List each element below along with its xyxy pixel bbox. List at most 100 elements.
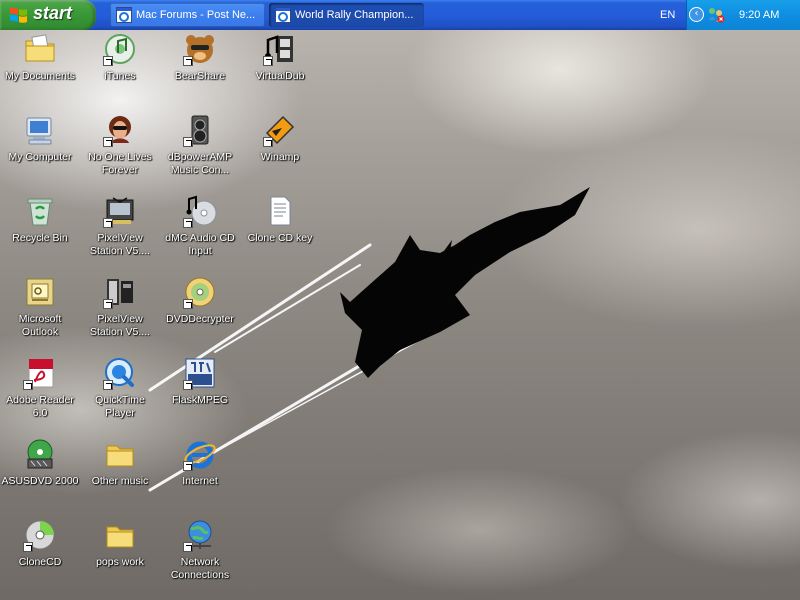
desktop-icon-clone-cd-key[interactable]: Clone CD key xyxy=(240,194,320,245)
shortcut-arrow-icon xyxy=(183,542,193,552)
desktop-icon-label: PixelView Station V5.... xyxy=(89,232,151,257)
desktop-icon-winamp[interactable]: Winamp xyxy=(240,113,320,164)
quicktime-icon xyxy=(103,356,137,390)
folder-icon xyxy=(103,437,137,471)
desktop-icon-asusdvd[interactable]: ASUSDVD 2000 xyxy=(0,437,80,488)
desktop-icon-other-music[interactable]: Other music xyxy=(80,437,160,488)
pixelview-icon xyxy=(103,275,137,309)
shortcut-arrow-icon xyxy=(183,461,193,471)
desktop-icon-label: ASUSDVD 2000 xyxy=(1,475,79,487)
taskbar-button-label: World Rally Champion... xyxy=(295,9,414,21)
desktop-icon-no-one-lives-forever[interactable]: No One Lives Forever xyxy=(80,113,160,177)
desktop-icon-dbpoweramp[interactable]: dBpowerAMP Music Con... xyxy=(160,113,240,177)
desktop-icon-label: Recycle Bin xyxy=(12,232,68,244)
desktop-icon-recycle-bin[interactable]: Recycle Bin xyxy=(0,194,80,245)
desktop-icon-label: Microsoft Outlook xyxy=(18,313,62,338)
computer-icon xyxy=(23,113,57,147)
desktop-icon-pops-work[interactable]: pops work xyxy=(80,518,160,569)
adobe-reader-icon xyxy=(23,356,57,390)
start-label: start xyxy=(33,3,73,23)
shortcut-arrow-icon xyxy=(23,542,33,552)
jet-silhouette xyxy=(340,187,590,378)
desktop-icon-label: FlaskMPEG xyxy=(171,394,228,406)
desktop-icon-bearshare[interactable]: BearShare xyxy=(160,32,240,83)
language-indicator[interactable]: EN xyxy=(660,0,675,30)
shortcut-arrow-icon xyxy=(103,380,113,390)
dvd-decrypter-icon xyxy=(183,275,217,309)
taskbar-button-world-rally[interactable]: World Rally Champion... xyxy=(269,3,424,27)
desktop-icon-itunes[interactable]: iTunes xyxy=(80,32,160,83)
shortcut-arrow-icon xyxy=(103,137,113,147)
shortcut-arrow-icon xyxy=(263,137,273,147)
desktop-icon-label: iTunes xyxy=(104,70,136,82)
desktop-icon-label: CloneCD xyxy=(18,556,62,568)
recycle-bin-icon xyxy=(23,194,57,228)
desktop-icon-label: No One Lives Forever xyxy=(88,151,152,176)
nolf-icon xyxy=(103,113,137,147)
desktop-icon-label: My Documents xyxy=(4,70,76,82)
desktop-icon-label: BearShare xyxy=(174,70,226,82)
desktop-icon-quicktime[interactable]: QuickTime Player xyxy=(80,356,160,420)
network-connections-icon xyxy=(183,518,217,552)
desktop-icon-microsoft-outlook[interactable]: Microsoft Outlook xyxy=(0,275,80,339)
desktop-icon-label: dMC Audio CD Input xyxy=(165,232,235,257)
desktop-icon-adobe-reader[interactable]: Adobe Reader 6.0 xyxy=(0,356,80,420)
desktop-icon-label: QuickTime Player xyxy=(95,394,145,419)
shortcut-arrow-icon xyxy=(183,137,193,147)
flaskmpeg-icon xyxy=(183,356,217,390)
desktop-icon-label: DVDDecrypter xyxy=(166,313,234,325)
desktop-icon-label: My Computer xyxy=(8,151,72,163)
desktop-icon-label: Internet xyxy=(182,475,218,487)
desktop-icon-clonecd[interactable]: CloneCD xyxy=(0,518,80,569)
taskbar-button-label: Mac Forums - Post Ne... xyxy=(136,9,256,21)
desktop-icon-label: Winamp xyxy=(260,151,300,163)
show-hidden-icons-chevron-icon[interactable]: ‹ xyxy=(689,7,704,22)
start-button[interactable]: start xyxy=(0,0,96,30)
clock[interactable]: 9:20 AM xyxy=(739,0,779,30)
desktop-icon-virtualdub[interactable]: VirtualDub xyxy=(240,32,320,83)
audio-cd-icon xyxy=(183,194,217,228)
taskbar-button-mac-forums[interactable]: Mac Forums - Post Ne... xyxy=(110,3,265,27)
desktop-icon-flaskmpeg[interactable]: FlaskMPEG xyxy=(160,356,240,407)
shortcut-arrow-icon xyxy=(103,56,113,66)
shortcut-arrow-icon xyxy=(183,380,193,390)
desktop-icon-label: VirtualDub xyxy=(255,70,305,82)
desktop-icon-pixelview-1[interactable]: PixelView Station V5.... xyxy=(80,194,160,258)
desktop-icon-label: Adobe Reader 6.0 xyxy=(6,394,74,419)
ie-window-icon xyxy=(116,7,132,23)
desktop-icon-label: Clone CD key xyxy=(247,232,313,244)
folder-documents-icon xyxy=(23,32,57,66)
text-file-icon xyxy=(263,194,297,228)
bearshare-icon xyxy=(183,32,217,66)
desktop-icon-pixelview-2[interactable]: PixelView Station V5.... xyxy=(80,275,160,339)
desktop-icon-network-connections[interactable]: Network Connections xyxy=(160,518,240,582)
shortcut-arrow-icon xyxy=(183,218,193,228)
itunes-icon xyxy=(103,32,137,66)
network-status-icon[interactable] xyxy=(707,6,725,24)
desktop-icon-my-computer[interactable]: My Computer xyxy=(0,113,80,164)
desktop-icon-label: dBpowerAMP Music Con... xyxy=(167,151,233,176)
desktop-icon-label: pops work xyxy=(96,556,144,568)
folder-icon xyxy=(103,518,137,552)
windows-logo-icon xyxy=(10,7,27,23)
pixelview-icon xyxy=(103,194,137,228)
desktop[interactable]: My Documents iTunes BearShare VirtualDub… xyxy=(0,30,800,600)
shortcut-arrow-icon xyxy=(183,56,193,66)
desktop-icon-internet[interactable]: Internet xyxy=(160,437,240,488)
winamp-icon xyxy=(263,113,297,147)
desktop-icon-dmc-audio-cd[interactable]: dMC Audio CD Input xyxy=(160,194,240,258)
desktop-icon-my-documents[interactable]: My Documents xyxy=(0,32,80,83)
system-tray: ‹ 9:20 AM xyxy=(686,0,800,30)
dbpoweramp-icon xyxy=(183,113,217,147)
shortcut-arrow-icon xyxy=(183,299,193,309)
outlook-icon xyxy=(23,275,57,309)
virtualdub-icon xyxy=(263,32,297,66)
desktop-icon-dvd-decrypter[interactable]: DVDDecrypter xyxy=(160,275,240,326)
ie-window-icon xyxy=(275,7,291,23)
shortcut-arrow-icon xyxy=(103,299,113,309)
clonecd-icon xyxy=(23,518,57,552)
desktop-icon-label: Network Connections xyxy=(170,556,230,581)
asus-dvd-icon xyxy=(23,437,57,471)
taskbar: start Mac Forums - Post Ne... World Rall… xyxy=(0,0,800,30)
internet-explorer-icon xyxy=(183,437,217,471)
